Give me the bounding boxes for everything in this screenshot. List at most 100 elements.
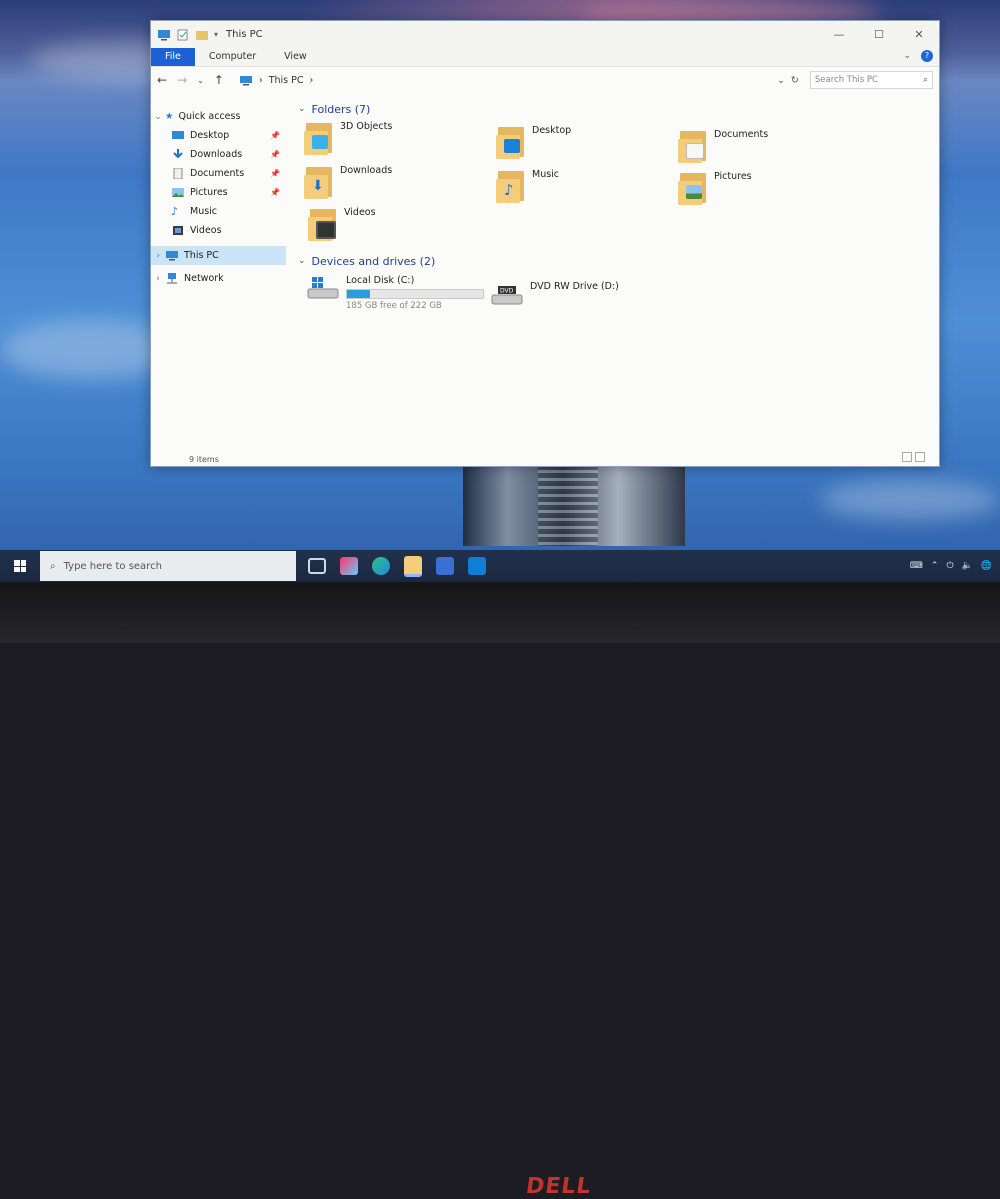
nav-item-label: Downloads	[190, 149, 243, 160]
taskbar-pinned-apps	[308, 555, 486, 577]
network-tray-icon[interactable]: 🌐	[981, 561, 992, 571]
breadcrumb-separator-icon: ›	[258, 74, 263, 86]
address-dropdown-icon[interactable]: ⌄	[777, 75, 785, 86]
new-folder-icon[interactable]	[195, 29, 209, 41]
nav-network[interactable]: › Network	[151, 269, 286, 288]
folder-3d-objects[interactable]: 3D Objects	[304, 121, 392, 155]
folder-music[interactable]: ♪ Music	[496, 169, 559, 203]
file-explorer-window: ▾ This PC — ☐ ✕ File Computer View ⌄ ? ←…	[150, 20, 940, 467]
store-icon[interactable]	[436, 557, 454, 575]
nav-item-music[interactable]: ♪ Music	[151, 202, 286, 221]
folder-label: Documents	[714, 129, 769, 140]
folder-pictures[interactable]: Pictures	[678, 171, 752, 205]
nav-item-videos[interactable]: Videos	[151, 221, 286, 240]
drive-usage-bar	[346, 289, 484, 299]
keyboard-icon[interactable]: ⌨	[910, 561, 923, 571]
drives-grid: Local Disk (C:) 185 GB free of 222 GB DV…	[298, 271, 939, 331]
collapse-chevron-icon[interactable]: ⌄	[151, 112, 165, 122]
address-bar[interactable]: › This PC › ⌄ ↻	[238, 71, 800, 89]
downloads-folder-icon: ⬇	[304, 165, 334, 199]
pin-icon[interactable]: 📌	[270, 188, 280, 197]
explorer-body: ⌄ ★ Quick access Desktop 📌 Downloads 📌 D…	[151, 93, 939, 466]
minimize-button[interactable]: —	[819, 21, 859, 47]
nav-item-label: Pictures	[190, 187, 228, 198]
collapse-chevron-icon[interactable]: ⌄	[298, 104, 306, 114]
recent-locations-icon[interactable]: ⌄	[197, 76, 204, 85]
nav-item-pictures[interactable]: Pictures 📌	[151, 183, 286, 202]
folder-desktop[interactable]: Desktop	[496, 125, 571, 159]
star-icon: ★	[165, 111, 174, 122]
windows-logo-icon	[14, 560, 26, 572]
tab-file[interactable]: File	[151, 48, 195, 66]
maximize-button[interactable]: ☐	[859, 21, 899, 47]
edge-icon[interactable]	[372, 557, 390, 575]
folder-videos[interactable]: Videos	[308, 207, 376, 241]
mail-icon[interactable]	[468, 557, 486, 575]
copilot-icon[interactable]	[340, 557, 358, 575]
folder-label: Music	[532, 169, 560, 180]
taskbar-search-box[interactable]: ⌕ Type here to search	[40, 551, 296, 581]
nav-quick-access[interactable]: ⌄ ★ Quick access	[151, 107, 286, 126]
monitor-bezel: DELL	[0, 580, 1000, 1199]
breadcrumb-chevron-icon[interactable]: ›	[310, 75, 314, 86]
expand-chevron-icon[interactable]: ›	[151, 251, 165, 261]
nav-item-desktop[interactable]: Desktop 📌	[151, 126, 286, 145]
tab-view[interactable]: View	[270, 48, 321, 66]
tab-computer[interactable]: Computer	[195, 48, 270, 66]
expand-chevron-icon[interactable]: ›	[151, 274, 165, 284]
nav-this-pc[interactable]: › This PC	[151, 246, 286, 265]
pin-icon[interactable]: 📌	[270, 131, 280, 140]
customize-toolbar-icon[interactable]: ▾	[214, 30, 218, 39]
drive-local-disk-c[interactable]: Local Disk (C:) 185 GB free of 222 GB	[306, 275, 484, 311]
close-button[interactable]: ✕	[899, 21, 939, 47]
nav-item-downloads[interactable]: Downloads 📌	[151, 145, 286, 164]
search-box[interactable]: Search This PC ⌕	[809, 71, 933, 89]
refresh-icon[interactable]: ↻	[791, 75, 799, 86]
folder-downloads[interactable]: ⬇ Downloads	[304, 165, 392, 199]
forward-icon[interactable]: →	[177, 73, 187, 87]
nav-network-label: Network	[184, 273, 224, 284]
svg-text:DVD: DVD	[500, 288, 514, 295]
music-note-icon: ♪	[171, 205, 179, 218]
folder-label: Desktop	[532, 125, 572, 136]
drive-free-space: 185 GB free of 222 GB	[346, 301, 442, 311]
large-icons-view-icon[interactable]	[915, 452, 925, 462]
task-view-icon[interactable]	[308, 558, 326, 574]
network-icon	[167, 273, 177, 284]
details-view-icon[interactable]	[902, 452, 912, 462]
folder-documents[interactable]: Documents	[678, 129, 768, 163]
show-hidden-icons-icon[interactable]: ⌃	[931, 561, 939, 571]
breadcrumb-this-pc[interactable]: This PC	[269, 75, 304, 86]
taskbar: ⌕ Type here to search ⌨ ⌃ ⏻ 🔈 🌐	[0, 550, 1000, 582]
drive-label: Local Disk (C:)	[346, 275, 415, 286]
folders-group-header[interactable]: ⌄ Folders (7)	[298, 99, 939, 119]
expand-ribbon-icon[interactable]: ⌄	[903, 51, 911, 61]
file-explorer-icon[interactable]	[404, 555, 422, 577]
start-button[interactable]	[0, 550, 40, 582]
volume-icon[interactable]: 🔈	[962, 561, 973, 571]
search-icon[interactable]: ⌕	[923, 75, 928, 85]
address-bar-row: ← → ⌄ ↑ › This PC › ⌄ ↻ Search This PC ⌕	[151, 67, 939, 93]
pin-icon[interactable]: 📌	[270, 169, 280, 178]
drive-dvd-rw-d[interactable]: DVD DVD RW Drive (D:)	[490, 281, 619, 307]
download-arrow-icon	[173, 149, 183, 159]
wallpaper-pier	[463, 462, 685, 546]
documents-folder-icon	[678, 129, 708, 163]
nav-quick-access-label: Quick access	[178, 111, 241, 122]
videos-icon	[173, 226, 183, 235]
folder-label: Downloads	[340, 165, 393, 176]
up-icon[interactable]: ↑	[214, 73, 224, 87]
nav-item-documents[interactable]: Documents 📌	[151, 164, 286, 183]
ribbon-tabs: File Computer View ⌄ ?	[151, 48, 939, 67]
3d-objects-folder-icon	[304, 121, 334, 155]
help-icon[interactable]: ?	[921, 50, 933, 62]
folders-group-title: Folders (7)	[311, 102, 371, 116]
pin-icon[interactable]: 📌	[270, 150, 280, 159]
power-icon[interactable]: ⏻	[946, 561, 953, 571]
properties-icon[interactable]	[176, 29, 190, 41]
folder-label: Pictures	[714, 171, 752, 182]
dvd-drive-icon: DVD	[491, 286, 523, 305]
back-icon[interactable]: ←	[157, 73, 167, 87]
title-bar: ▾ This PC — ☐ ✕	[151, 21, 939, 48]
documents-icon	[173, 168, 183, 179]
